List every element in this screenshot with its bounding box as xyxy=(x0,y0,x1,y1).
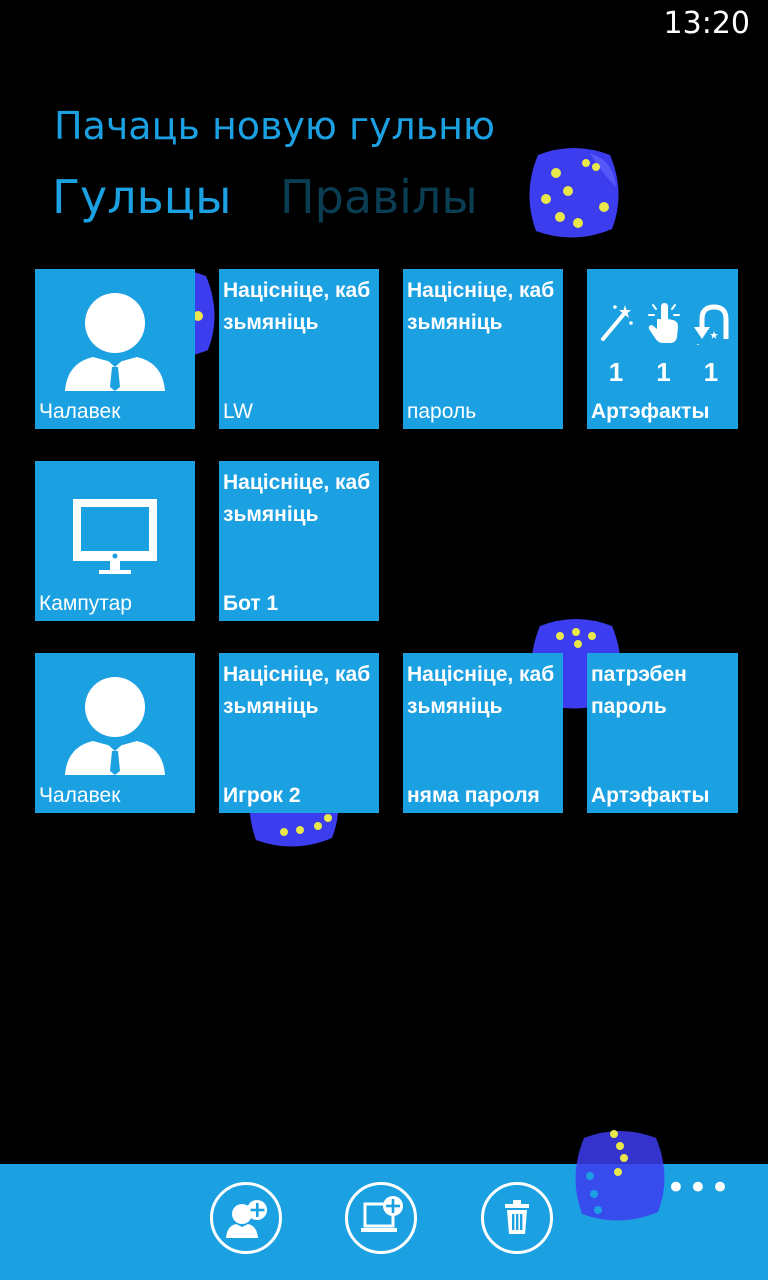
player-name: Бот 1 xyxy=(223,592,279,615)
player-artifacts-tile[interactable]: 1 1 1 Артэфакты xyxy=(587,269,738,429)
add-human-player-icon xyxy=(226,1200,267,1238)
player-name: Игрок 2 xyxy=(223,784,301,807)
player-name-tile[interactable]: Націсніце, каб зьмяніць LW xyxy=(219,269,379,429)
more-options-button[interactable]: ••• xyxy=(666,1171,732,1205)
person-icon xyxy=(65,677,165,775)
name-tap-hint: Націсніце, каб зьмяніць xyxy=(223,663,371,718)
name-tap-hint: Націсніце, каб зьмяніць xyxy=(223,471,371,526)
artifacts-label: Артэфакты xyxy=(591,784,710,807)
player-name: LW xyxy=(223,400,253,423)
player-artifacts-tile[interactable]: патрэбен пароль Артэфакты xyxy=(587,653,738,813)
add-computer-player-icon xyxy=(361,1196,403,1232)
password-tap-hint: Націсніце, каб зьмяніць xyxy=(407,663,555,718)
artifact-count: 1 xyxy=(703,357,719,387)
add-human-player-button[interactable] xyxy=(210,1182,282,1254)
player-type-label: Чалавек xyxy=(39,784,121,807)
artifact-count: 1 xyxy=(608,357,624,387)
player-type-tile[interactable]: Чалавек xyxy=(35,269,195,429)
undo-icon xyxy=(694,304,729,345)
player-password-tile[interactable]: Націсніце, каб зьмяніць пароль xyxy=(403,269,563,429)
player-name-tile[interactable]: Націсніце, каб зьмяніць Бот 1 xyxy=(219,461,379,621)
player-password: няма пароля xyxy=(407,784,540,807)
person-icon xyxy=(65,293,165,391)
monitor-icon xyxy=(73,499,157,574)
pivot-tabs: Гульцы Правілы xyxy=(52,170,512,224)
player-type-tile[interactable]: Кампутар xyxy=(35,461,195,621)
status-clock: 13:20 xyxy=(663,6,750,41)
player-name-tile[interactable]: Націсніце, каб зьмяніць Игрок 2 xyxy=(219,653,379,813)
player-type-label: Чалавек xyxy=(39,400,121,423)
player-type-tile[interactable]: Чалавек xyxy=(35,653,195,813)
delete-icon xyxy=(505,1200,529,1234)
artifact-count: 1 xyxy=(656,357,671,387)
artifacts-label: Артэфакты xyxy=(591,400,710,423)
player-password-tile[interactable]: Націсніце, каб зьмяніць няма пароля xyxy=(403,653,563,813)
delete-player-button[interactable] xyxy=(481,1182,553,1254)
tab-rules[interactable]: Правілы xyxy=(280,170,478,224)
password-tap-hint: Націсніце, каб зьмяніць xyxy=(407,279,555,334)
name-tap-hint: Націсніце, каб зьмяніць xyxy=(223,279,371,334)
magic-wand-icon xyxy=(601,305,633,341)
dice-decoration xyxy=(529,148,619,238)
add-computer-player-button[interactable] xyxy=(345,1182,417,1254)
tab-players[interactable]: Гульцы xyxy=(52,170,231,224)
tap-icon xyxy=(647,303,680,343)
player-password: пароль xyxy=(407,400,477,423)
dice-decoration xyxy=(575,1130,665,1221)
page-title: Пачаць новую гульню xyxy=(54,104,495,148)
artifacts-note: патрэбен пароль xyxy=(591,663,687,718)
player-type-label: Кампутар xyxy=(39,592,132,615)
